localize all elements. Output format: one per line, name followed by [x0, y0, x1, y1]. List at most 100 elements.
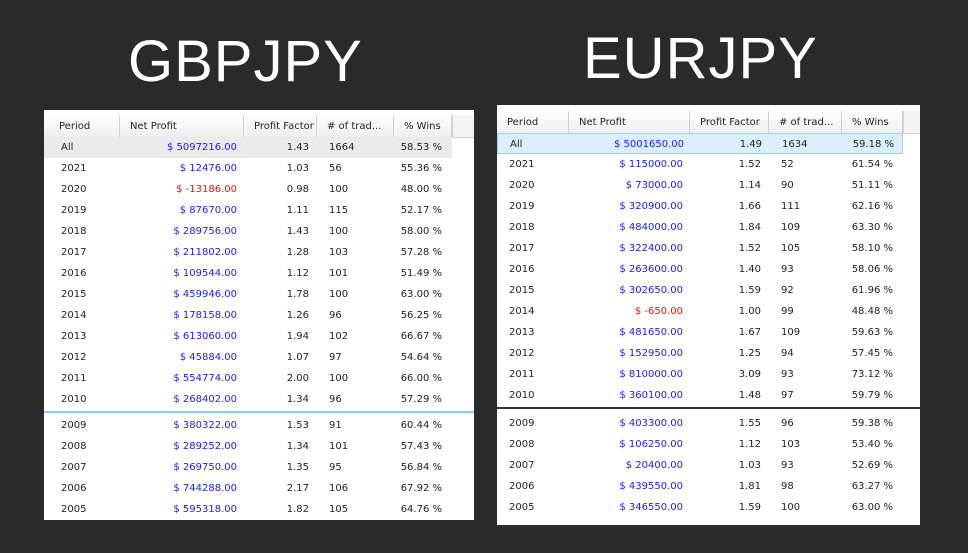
period-cell: 2013: [509, 327, 535, 338]
table-row[interactable]: 2009 $ 380322.00 1.53 91 60.44 %: [44, 415, 452, 436]
trades-cell: 96: [329, 310, 342, 321]
table-row[interactable]: 2018 $ 289756.00 1.43 100 58.00 %: [44, 221, 452, 242]
wins-cell: 59.18 %: [852, 139, 894, 150]
period-cell: 2007: [509, 460, 535, 471]
table-row[interactable]: 2010 $ 360100.00 1.48 97 59.79 %: [497, 385, 903, 406]
gbpjpy-results-table: Period Net Profit Profit Factor # of trad..…: [44, 110, 474, 520]
net-profit-cell: $ 320900.00: [619, 201, 683, 212]
table-row[interactable]: 2017 $ 211802.00 1.28 103 57.28 %: [44, 242, 452, 263]
column-header-net-profit[interactable]: Net Profit: [569, 111, 690, 133]
table-row[interactable]: 2019 $ 320900.00 1.66 111 62.16 %: [497, 196, 903, 217]
period-cell: 2009: [61, 420, 87, 431]
column-header-trades[interactable]: # of trad...: [769, 111, 842, 133]
table-row[interactable]: 2013 $ 481650.00 1.67 109 59.63 %: [497, 322, 903, 343]
wins-cell: 63.00 %: [851, 502, 893, 513]
table-row[interactable]: 2007 $ 269750.00 1.35 95 56.84 %: [44, 457, 452, 478]
table-row[interactable]: 2018 $ 484000.00 1.84 109 63.30 %: [497, 217, 903, 238]
profit-factor-cell: 3.09: [738, 369, 761, 380]
net-profit-cell: $ 178158.00: [173, 310, 237, 321]
table-row[interactable]: 2011 $ 810000.00 3.09 93 73.12 %: [497, 364, 903, 385]
wins-cell: 62.16 %: [851, 201, 893, 212]
period-cell: 2012: [61, 352, 87, 363]
period-cell: 2010: [61, 394, 87, 405]
column-header-net-profit[interactable]: Net Profit: [120, 115, 244, 137]
profit-factor-cell: 1.43: [286, 142, 309, 153]
table-row[interactable]: 2016 $ 263600.00 1.40 93 58.06 %: [497, 259, 903, 280]
profit-factor-cell: 1.67: [738, 327, 761, 338]
table-row[interactable]: 2021 $ 115000.00 1.52 52 61.54 %: [497, 154, 903, 175]
net-profit-cell: $ 360100.00: [619, 390, 683, 401]
column-header-period[interactable]: Period: [49, 115, 120, 137]
wins-cell: 67.92 %: [400, 483, 442, 494]
net-profit-cell: $ 5001650.00: [614, 139, 684, 150]
profit-factor-cell: 1.11: [286, 205, 309, 216]
table-row[interactable]: 2020 $ 73000.00 1.14 90 51.11 %: [497, 175, 903, 196]
wins-cell: 57.29 %: [400, 394, 442, 405]
wins-cell: 64.76 %: [400, 504, 442, 515]
period-cell: 2006: [61, 483, 87, 494]
table-row[interactable]: 2011 $ 554774.00 2.00 100 66.00 %: [44, 368, 452, 389]
table-row[interactable]: 2006 $ 744288.00 2.17 106 67.92 %: [44, 478, 452, 499]
wins-cell: 59.79 %: [851, 390, 893, 401]
net-profit-cell: $ 12476.00: [179, 163, 237, 174]
net-profit-cell: $ 109544.00: [173, 268, 237, 279]
trades-cell: 93: [781, 369, 794, 380]
net-profit-cell: $ 269750.00: [173, 462, 237, 473]
profit-factor-cell: 1.34: [286, 441, 309, 452]
table-row[interactable]: 2013 $ 613060.00 1.94 102 66.67 %: [44, 326, 452, 347]
table-row[interactable]: 2010 $ 268402.00 1.34 96 57.29 %: [44, 389, 452, 410]
period-cell: 2019: [61, 205, 87, 216]
table-row[interactable]: 2015 $ 459946.00 1.78 100 63.00 %: [44, 284, 452, 305]
column-header-wins[interactable]: % Wins: [842, 111, 903, 133]
column-header-wins[interactable]: % Wins: [394, 115, 452, 137]
table-row[interactable]: 2017 $ 322400.00 1.52 105 58.10 %: [497, 238, 903, 259]
period-cell: 2006: [509, 481, 535, 492]
table-row[interactable]: 2016 $ 109544.00 1.12 101 51.49 %: [44, 263, 452, 284]
table-header: Period Net Profit Profit Factor # of trad..…: [44, 115, 474, 138]
table-row[interactable]: 2012 $ 152950.00 1.25 94 57.45 %: [497, 343, 903, 364]
wins-cell: 61.54 %: [851, 159, 893, 170]
table-row[interactable]: 2015 $ 302650.00 1.59 92 61.96 %: [497, 280, 903, 301]
column-header-trades[interactable]: # of trad...: [317, 115, 394, 137]
wins-cell: 58.53 %: [400, 142, 442, 153]
table-row[interactable]: 2008 $ 106250.00 1.12 103 53.40 %: [497, 434, 903, 455]
profit-factor-cell: 1.94: [286, 331, 309, 342]
table-row[interactable]: 2006 $ 439550.00 1.81 98 63.27 %: [497, 476, 903, 497]
net-profit-cell: $ 484000.00: [619, 222, 683, 233]
period-cell: 2017: [509, 243, 535, 254]
column-header-profit-factor[interactable]: Profit Factor: [244, 115, 317, 137]
wins-cell: 59.63 %: [851, 327, 893, 338]
table-row[interactable]: 2014 $ -650.00 1.00 99 48.48 %: [497, 301, 903, 322]
column-header-period[interactable]: Period: [497, 111, 569, 133]
table-row[interactable]: 2005 $ 346550.00 1.59 100 63.00 %: [497, 497, 903, 518]
trades-cell: 115: [329, 205, 349, 216]
trades-cell: 100: [781, 502, 801, 513]
table-row[interactable]: 2014 $ 178158.00 1.26 96 56.25 %: [44, 305, 452, 326]
column-header-profit-factor[interactable]: Profit Factor: [690, 111, 769, 133]
profit-factor-cell: 1.53: [286, 420, 309, 431]
profit-factor-cell: 1.40: [738, 264, 761, 275]
net-profit-cell: $ 268402.00: [173, 394, 237, 405]
table-row[interactable]: 2020 $ -13186.00 0.98 100 48.00 %: [44, 179, 452, 200]
table-row[interactable]: 2005 $ 595318.00 1.82 105 64.76 %: [44, 499, 452, 520]
table-row[interactable]: 2021 $ 12476.00 1.03 56 55.36 %: [44, 158, 452, 179]
wins-cell: 60.44 %: [400, 420, 442, 431]
period-cell: 2015: [509, 285, 535, 296]
period-cell: 2010: [509, 390, 535, 401]
table-row[interactable]: 2008 $ 289252.00 1.34 101 57.43 %: [44, 436, 452, 457]
period-cell: 2018: [61, 226, 87, 237]
table-row[interactable]: 2019 $ 87670.00 1.11 115 52.17 %: [44, 200, 452, 221]
table-row[interactable]: 2007 $ 20400.00 1.03 93 52.69 %: [497, 455, 903, 476]
table-row[interactable]: 2009 $ 403300.00 1.55 96 59.38 %: [497, 413, 903, 434]
table-row-selected[interactable]: All $ 5001650.00 1.49 1634 59.18 %: [497, 133, 903, 154]
table-row[interactable]: 2012 $ 45884.00 1.07 97 54.64 %: [44, 347, 452, 368]
net-profit-cell: $ 152950.00: [619, 348, 683, 359]
period-cell: 2012: [509, 348, 535, 359]
section-divider: [497, 407, 920, 409]
profit-factor-cell: 0.98: [286, 184, 309, 195]
table-row-selected[interactable]: All $ 5097216.00 1.43 1664 58.53 %: [44, 137, 452, 158]
trades-cell: 109: [781, 327, 801, 338]
profit-factor-cell: 1.00: [738, 306, 761, 317]
trades-cell: 106: [329, 483, 349, 494]
profit-factor-cell: 1.59: [738, 285, 761, 296]
